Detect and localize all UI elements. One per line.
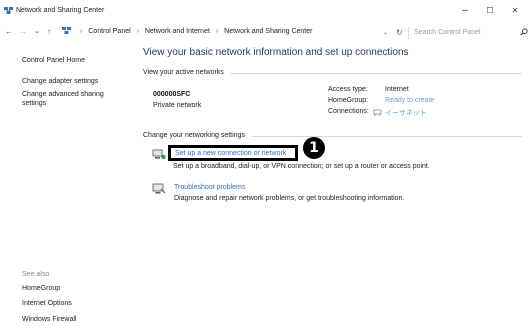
search-icon[interactable] bbox=[520, 28, 528, 36]
breadcrumb: › Control Panel › Network and Internet ›… bbox=[62, 25, 402, 39]
connections-label: Connections: bbox=[328, 108, 369, 115]
troubleshoot-problems-link[interactable]: Troubleshoot problems bbox=[174, 184, 245, 191]
ethernet-connection-link[interactable]: イーサネット bbox=[385, 108, 427, 118]
network-center-icon bbox=[62, 27, 71, 34]
maximize-button[interactable]: ☐ bbox=[478, 4, 502, 18]
forward-button[interactable]: → bbox=[18, 26, 28, 38]
up-button[interactable]: ↑ bbox=[44, 26, 54, 38]
new-connection-description: Set up a broadband, dial-up, or VPN conn… bbox=[173, 163, 430, 170]
close-button[interactable]: ✕ bbox=[503, 4, 527, 18]
left-nav: Control Panel Home Change adapter settin… bbox=[0, 42, 138, 332]
internet-options-link[interactable]: Internet Options bbox=[22, 299, 72, 308]
minimize-button[interactable]: – bbox=[453, 4, 477, 18]
active-networks-label: View your active networks bbox=[143, 69, 224, 76]
network-center-icon bbox=[4, 7, 13, 14]
change-advanced-sharing-link[interactable]: Change advanced sharing bbox=[22, 90, 104, 99]
breadcrumb-separator: › bbox=[136, 28, 139, 35]
access-type-value: Internet bbox=[385, 86, 409, 93]
see-also-label: See also bbox=[22, 271, 50, 278]
windows-firewall-link[interactable]: Windows Firewall bbox=[22, 315, 76, 324]
new-connection-highlight[interactable]: Set up a new connection or network bbox=[168, 145, 298, 161]
change-advanced-sharing-link-line2[interactable]: settings bbox=[22, 99, 46, 108]
homegroup-label: HomeGroup: bbox=[328, 97, 369, 104]
change-adapter-settings-link[interactable]: Change adapter settings bbox=[22, 77, 98, 86]
address-dropdown-icon[interactable]: ⌄ bbox=[383, 29, 388, 36]
step-marker: 1 bbox=[303, 137, 325, 159]
troubleshoot-icon bbox=[152, 183, 166, 194]
breadcrumb-network-sharing-center[interactable]: Network and Sharing Center bbox=[224, 25, 312, 39]
ethernet-icon bbox=[373, 109, 382, 116]
breadcrumb-control-panel[interactable]: Control Panel bbox=[88, 25, 130, 39]
refresh-icon[interactable]: ↻ bbox=[396, 28, 403, 37]
new-connection-icon bbox=[152, 149, 166, 160]
recent-locations-button[interactable]: ⌄ bbox=[32, 26, 42, 38]
breadcrumb-separator: › bbox=[215, 28, 219, 35]
setup-new-connection-link[interactable]: Set up a new connection or network bbox=[175, 150, 286, 157]
page-title: View your basic network information and … bbox=[143, 47, 409, 58]
window-title: Network and Sharing Center bbox=[16, 7, 105, 14]
divider bbox=[252, 136, 522, 137]
search-input[interactable]: Search Control Panel bbox=[408, 27, 530, 39]
back-button[interactable]: ← bbox=[4, 26, 14, 38]
troubleshoot-description: Diagnose and repair network problems, or… bbox=[174, 195, 405, 202]
divider bbox=[230, 73, 522, 74]
homegroup-status-link[interactable]: Ready to create bbox=[385, 97, 434, 104]
breadcrumb-network-and-internet[interactable]: Network and Internet bbox=[145, 25, 210, 39]
network-name: 000000SFC bbox=[153, 91, 191, 98]
change-settings-label: Change your networking settings bbox=[143, 132, 245, 139]
homegroup-link[interactable]: HomeGroup bbox=[22, 284, 60, 293]
breadcrumb-separator: › bbox=[79, 28, 83, 35]
network-type: Private network bbox=[153, 102, 202, 109]
title-bar: Network and Sharing Center – ☐ ✕ bbox=[0, 0, 530, 22]
access-type-label: Access type: bbox=[328, 86, 368, 93]
control-panel-home-link[interactable]: Control Panel Home bbox=[22, 56, 85, 65]
